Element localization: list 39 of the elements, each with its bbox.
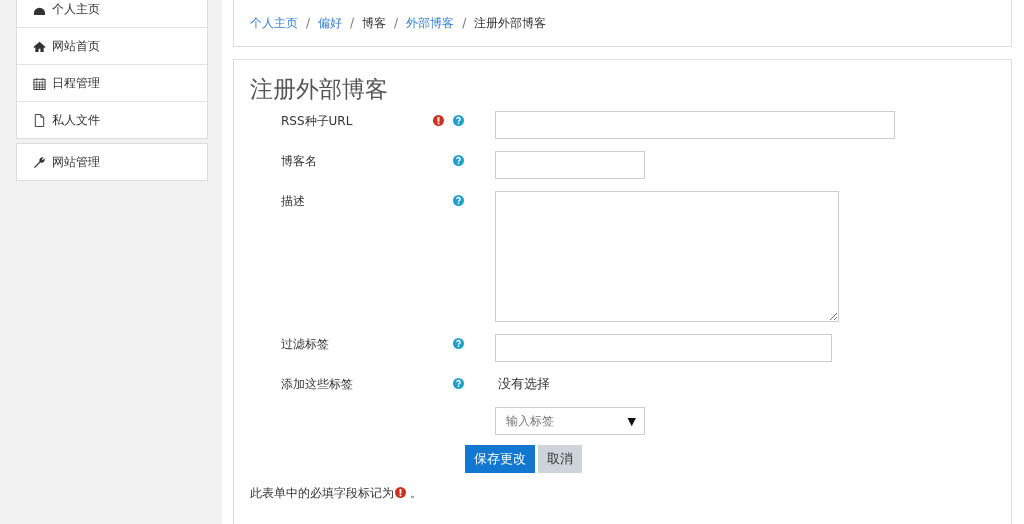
field-label: RSS种子URL [281,114,353,128]
required-icon [395,487,406,498]
tag-select[interactable]: 输入标签 ▼ [495,407,645,435]
breadcrumb-text: 注册外部博客 [474,14,547,32]
field-label: 添加这些标签 [281,377,353,391]
page-heading: 注册外部博客 [250,75,389,104]
text-field[interactable] [495,334,832,362]
help-icon[interactable] [453,378,464,389]
text-field[interactable] [495,151,645,179]
help-icon[interactable] [453,338,464,349]
home-icon [33,39,46,53]
sidebar-item[interactable]: 个人主页 [17,0,207,27]
breadcrumb-link[interactable]: 偏好 [318,14,343,32]
breadcrumb-text: 博客 [362,14,387,32]
breadcrumb-link[interactable]: 外部博客 [406,14,455,32]
help-icon[interactable] [453,115,464,126]
field-label: 博客名 [281,154,317,168]
required-note: 此表单中的必填字段标记为 。 [250,485,423,502]
file-icon [33,113,46,127]
cancel-button[interactable]: 取消 [538,445,582,473]
breadcrumb-separator: / [462,16,467,30]
sidebar-item[interactable]: 网站管理 [17,144,207,180]
breadcrumb-separator: / [350,16,355,30]
breadcrumb-separator: / [306,16,311,30]
sidebar-item[interactable]: 私人文件 [17,101,207,138]
breadcrumb-link[interactable]: 个人主页 [250,14,298,32]
wrench-icon [33,155,46,169]
field-label: 描述 [281,194,305,208]
description-field[interactable] [495,191,839,322]
selection-status: 没有选择 [497,376,551,393]
help-icon[interactable] [453,195,464,206]
sidebar-item[interactable]: 日程管理 [17,64,207,101]
calendar-icon [33,76,46,90]
sidebar-item[interactable]: 网站首页 [17,27,207,64]
help-icon[interactable] [453,155,464,166]
save-button[interactable]: 保存更改 [465,445,535,473]
text-field[interactable] [495,111,895,139]
breadcrumb-separator: / [394,16,399,30]
field-label: 过滤标签 [281,337,329,351]
